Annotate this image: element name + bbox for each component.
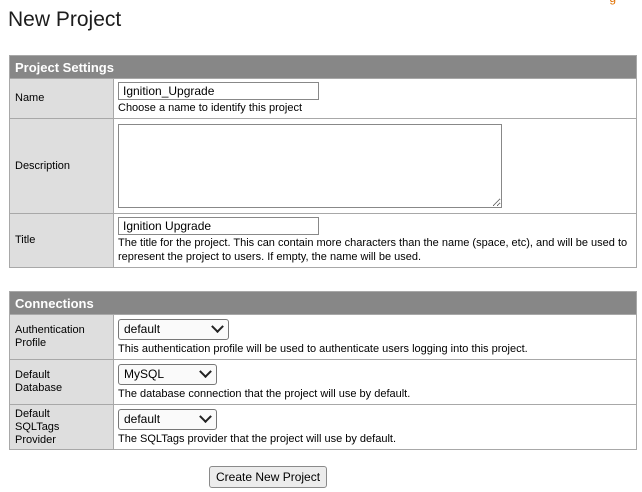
project-settings-panel: Project Settings Name Choose a name to i…: [9, 55, 637, 268]
auth-profile-row: Authentication Profile default This auth…: [9, 314, 637, 360]
description-row: Description: [9, 118, 637, 214]
page-title: New Project: [8, 8, 122, 31]
sqltags-provider-select[interactable]: default: [118, 409, 217, 430]
sqltags-provider-row: Default SQLTags Provider default The SQL…: [9, 404, 637, 450]
connections-panel: Connections Authentication Profile defau…: [9, 291, 637, 450]
auth-profile-label: Authentication Profile: [9, 314, 114, 360]
title-hint: The title for the project. This can cont…: [118, 237, 628, 263]
default-database-select[interactable]: MySQL: [118, 364, 217, 385]
name-hint: Choose a name to identify this project: [118, 102, 303, 114]
name-input[interactable]: [118, 82, 319, 100]
chevron-down-icon: [199, 410, 212, 424]
name-label: Name: [9, 78, 114, 119]
chevron-down-icon: [211, 320, 224, 334]
connections-header: Connections: [9, 291, 637, 315]
title-row: Title The title for the project. This ca…: [9, 213, 637, 268]
create-new-project-button[interactable]: Create New Project: [209, 466, 328, 488]
top-link[interactable]: g: [609, 0, 616, 5]
sqltags-provider-hint: The SQLTags provider that the project wi…: [118, 433, 396, 445]
default-database-label: Default Database: [9, 359, 114, 405]
auth-profile-hint: This authentication profile will be used…: [118, 343, 528, 355]
sqltags-provider-label: Default SQLTags Provider: [9, 404, 114, 450]
project-settings-header: Project Settings: [9, 55, 637, 79]
name-row: Name Choose a name to identify this proj…: [9, 78, 637, 119]
default-database-row: Default Database MySQL The database conn…: [9, 359, 637, 405]
default-database-hint: The database connection that the project…: [118, 388, 411, 400]
description-label: Description: [9, 118, 114, 214]
chevron-down-icon: [199, 365, 212, 379]
auth-profile-select[interactable]: default: [118, 319, 229, 340]
title-input[interactable]: [118, 217, 319, 235]
description-textarea[interactable]: [118, 124, 502, 208]
title-label: Title: [9, 213, 114, 268]
